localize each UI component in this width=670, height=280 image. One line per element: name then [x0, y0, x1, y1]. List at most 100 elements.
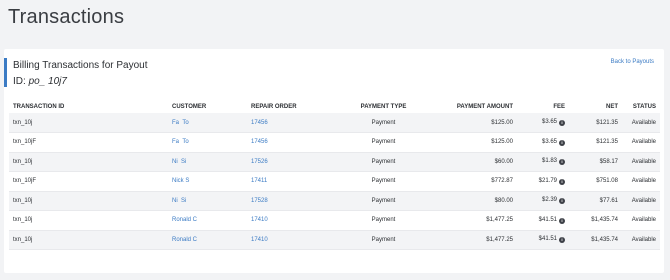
cell-status: Available: [622, 171, 660, 191]
col-header-payment-amount[interactable]: PAYMENT AMOUNT: [436, 100, 517, 113]
cell-transaction-id: txn_10j: [9, 210, 168, 230]
customer-name-part[interactable]: Si: [181, 159, 186, 165]
cell-payment-amount: $60.00: [436, 152, 517, 172]
page-title: Transactions: [8, 6, 125, 28]
cell-repair-order-link[interactable]: 17410: [247, 230, 331, 250]
fee-value: $21.79: [538, 177, 557, 184]
fee-value: $3.65: [541, 138, 557, 145]
customer-name-part[interactable]: To: [182, 120, 188, 126]
fee-value: $41.51: [538, 236, 557, 243]
cell-repair-order-link[interactable]: 17526: [247, 152, 331, 172]
cell-transaction-id: txn_10j: [9, 152, 168, 172]
cell-payment-amount: $125.00: [436, 113, 517, 133]
table-row[interactable]: txn_10j Ronald C 17410 Payment $1,477.25…: [9, 230, 660, 250]
col-header-status[interactable]: STATUS: [622, 100, 660, 113]
info-icon[interactable]: i: [559, 217, 565, 224]
table-row[interactable]: txn_10j Ni Si 17528 Payment $80.00 $2.39…: [9, 191, 660, 211]
table-header-row: TRANSACTION ID CUSTOMER REPAIR ORDER PAY…: [9, 100, 660, 113]
cell-customer-link[interactable]: Fa To: [168, 113, 247, 133]
cell-repair-order-link[interactable]: 17528: [247, 191, 331, 211]
info-icon[interactable]: i: [559, 120, 565, 126]
info-icon[interactable]: i: [559, 178, 565, 185]
transactions-table: TRANSACTION ID CUSTOMER REPAIR ORDER PAY…: [9, 100, 660, 250]
cell-net: $121.35: [569, 113, 622, 133]
customer-name-part[interactable]: To: [182, 139, 188, 145]
customer-name[interactable]: Fa: [172, 120, 179, 126]
customer-name[interactable]: Ronald C: [172, 237, 197, 243]
cell-status: Available: [622, 230, 660, 250]
payout-transactions-card: Billing Transactions for Payout ID: po_ …: [4, 49, 664, 273]
cell-net: $121.35: [569, 132, 622, 152]
cell-repair-order-link[interactable]: 17411: [247, 171, 331, 191]
cell-fee: $3.65 i: [517, 132, 569, 152]
cell-fee: $3.65 i: [517, 113, 569, 133]
cell-customer-link[interactable]: Fa To: [168, 132, 247, 152]
payout-id-value: po_ 10j7: [28, 76, 67, 87]
cell-net: $58.17: [569, 152, 622, 172]
col-header-net[interactable]: NET: [569, 100, 622, 113]
cell-fee: $21.79 i: [517, 171, 569, 191]
cell-status: Available: [622, 191, 660, 211]
table-row[interactable]: txn_10j Fa To 17456 Payment $125.00 $3.6…: [9, 113, 660, 133]
cell-payment-amount: $772.87: [436, 171, 517, 191]
col-header-transaction-id[interactable]: TRANSACTION ID: [9, 100, 168, 113]
payout-id-label: ID:: [13, 76, 26, 87]
customer-name[interactable]: Ni: [172, 198, 178, 204]
cell-fee: $41.51 i: [517, 230, 569, 250]
col-header-payment-type[interactable]: PAYMENT TYPE: [331, 100, 436, 113]
col-header-customer[interactable]: CUSTOMER: [168, 100, 247, 113]
cell-customer-link[interactable]: Ni Si: [168, 152, 247, 172]
table-row[interactable]: txn_10jF Fa To 17456 Payment $125.00 $3.…: [9, 132, 660, 152]
fee-value: $1.83: [541, 158, 557, 165]
cell-payment-type: Payment: [331, 113, 436, 133]
table-row[interactable]: txn_10j Ni Si 17526 Payment $60.00 $1.83…: [9, 152, 660, 172]
cell-net: $77.61: [569, 191, 622, 211]
fee-value: $3.65: [541, 119, 557, 125]
cell-customer-link[interactable]: Ronald C: [168, 230, 247, 250]
cell-status: Available: [622, 132, 660, 152]
cell-status: Available: [622, 113, 660, 133]
info-icon[interactable]: i: [559, 139, 565, 146]
cell-payment-amount: $1,477.25: [436, 210, 517, 230]
cell-payment-type: Payment: [331, 230, 436, 250]
cell-payment-type: Payment: [331, 210, 436, 230]
cell-payment-type: Payment: [331, 152, 436, 172]
cell-repair-order-link[interactable]: 17456: [247, 132, 331, 152]
cell-net: $1,435.74: [569, 210, 622, 230]
cell-net: $1,435.74: [569, 230, 622, 250]
customer-name-part[interactable]: Si: [181, 198, 186, 204]
cell-transaction-id: txn_10j: [9, 113, 168, 133]
customer-name[interactable]: Nick S: [172, 178, 189, 184]
cell-fee: $2.39 i: [517, 191, 569, 211]
card-title: Billing Transactions for Payout: [13, 60, 148, 71]
customer-name[interactable]: Ronald C: [172, 217, 197, 223]
cell-payment-amount: $80.00: [436, 191, 517, 211]
table-row[interactable]: txn_10j Ronald C 17410 Payment $1,477.25…: [9, 210, 660, 230]
table-row[interactable]: txn_10jF Nick S 17411 Payment $772.87 $2…: [9, 171, 660, 191]
fee-value: $41.51: [538, 216, 557, 223]
cell-customer-link[interactable]: Ronald C: [168, 210, 247, 230]
customer-name[interactable]: Ni: [172, 159, 178, 165]
payout-id: ID: po_ 10j7: [13, 76, 67, 87]
cell-fee: $41.51 i: [517, 210, 569, 230]
col-header-repair-order[interactable]: REPAIR ORDER: [247, 100, 331, 113]
cell-repair-order-link[interactable]: 17410: [247, 210, 331, 230]
customer-name[interactable]: Fa: [172, 139, 179, 145]
cell-repair-order-link[interactable]: 17456: [247, 113, 331, 133]
cell-transaction-id: txn_10jF: [9, 171, 168, 191]
cell-payment-type: Payment: [331, 171, 436, 191]
cell-net: $751.08: [569, 171, 622, 191]
cell-status: Available: [622, 210, 660, 230]
info-icon[interactable]: i: [559, 159, 565, 166]
cell-payment-type: Payment: [331, 132, 436, 152]
cell-customer-link[interactable]: Ni Si: [168, 191, 247, 211]
info-icon[interactable]: i: [559, 198, 565, 205]
cell-transaction-id: txn_10jF: [9, 132, 168, 152]
cell-status: Available: [622, 152, 660, 172]
card-accent-bar: [4, 58, 7, 87]
cell-customer-link[interactable]: Nick S: [168, 171, 247, 191]
info-icon[interactable]: i: [559, 237, 565, 244]
cell-transaction-id: txn_10j: [9, 191, 168, 211]
back-to-payouts-link[interactable]: Back to Payouts: [611, 59, 654, 65]
col-header-fee[interactable]: FEE: [517, 100, 569, 113]
